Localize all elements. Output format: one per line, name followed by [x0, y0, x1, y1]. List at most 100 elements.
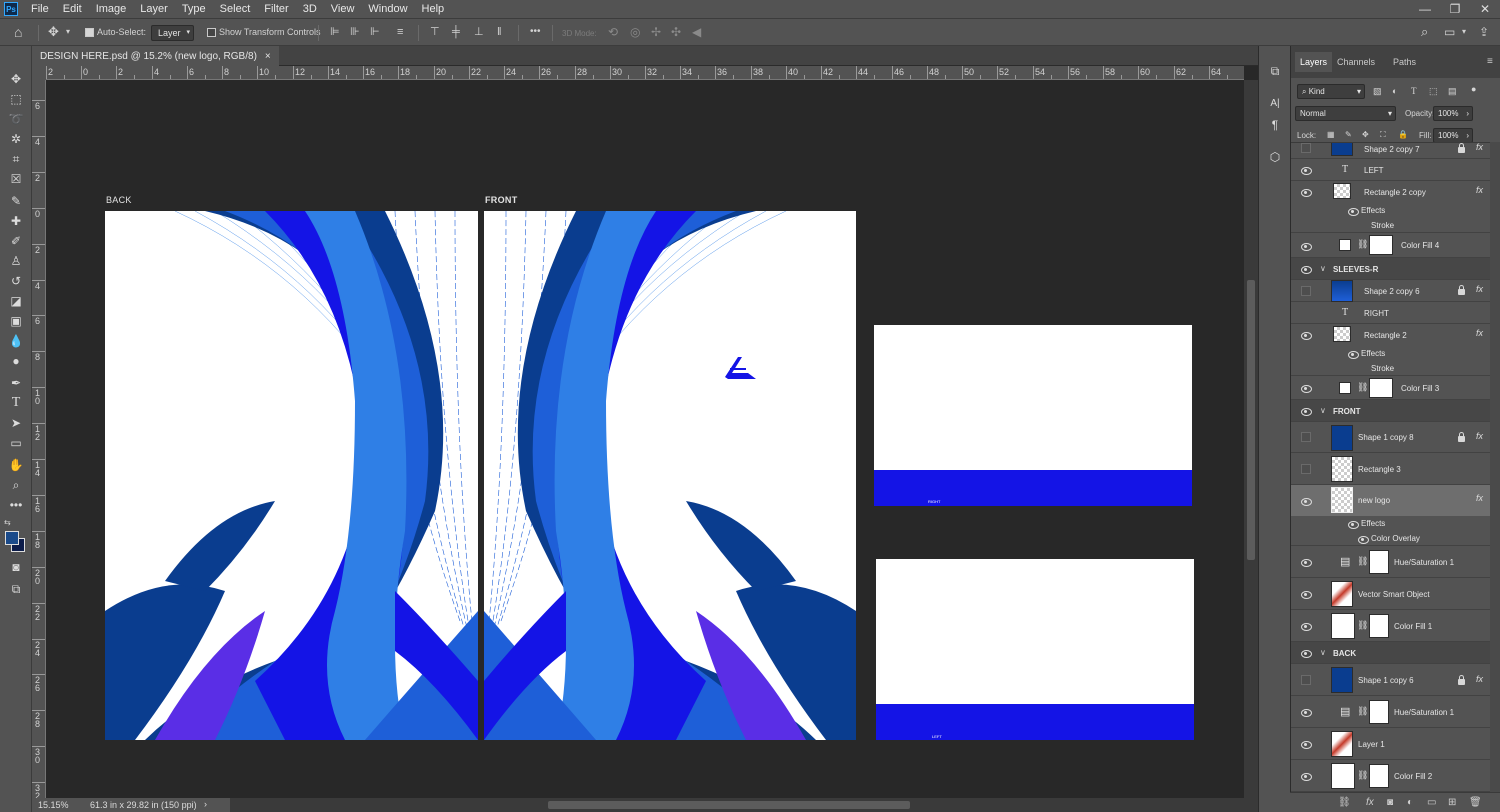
move-tool-icon[interactable]: ✥	[7, 70, 25, 88]
chevron-down-icon[interactable]: ▾	[66, 24, 70, 40]
visibility-eye-icon[interactable]	[1301, 166, 1312, 175]
layer-row[interactable]: Shape 1 copy 8 fx	[1291, 422, 1491, 453]
3d-orbit-icon[interactable]: ⟲	[608, 24, 618, 40]
layer-row[interactable]: ⛓ Color Fill 1	[1291, 610, 1491, 642]
group-row[interactable]: ∨ BACK	[1291, 642, 1491, 664]
add-style-icon[interactable]: fx	[1366, 797, 1374, 808]
lock-pixels-icon[interactable]: ✎	[1345, 130, 1352, 139]
quick-mask-icon[interactable]: ◙	[7, 558, 25, 576]
layer-row[interactable]: T LEFT	[1291, 159, 1491, 181]
visibility-eye-icon[interactable]	[1348, 520, 1359, 529]
layer-row[interactable]: T RIGHT	[1291, 302, 1491, 324]
menu-layer[interactable]: Layer	[133, 0, 175, 18]
app-logo-icon[interactable]: Ps	[4, 2, 18, 16]
visibility-eye-icon[interactable]	[1301, 558, 1312, 567]
more-options-icon[interactable]: •••	[530, 24, 541, 40]
blur-tool-icon[interactable]: 💧	[7, 332, 25, 350]
visibility-eye-icon[interactable]	[1301, 188, 1312, 197]
healing-tool-icon[interactable]: ✚	[7, 212, 25, 230]
hand-tool-icon[interactable]: ✋	[7, 456, 25, 474]
vertical-ruler[interactable]: 6 4 2 0 2 4 6 8 1 0 1 2 1 4 1 6 1 8 2 0 2 2 2 4 2 6 2 8 3 …	[32, 80, 46, 798]
chevron-down-icon[interactable]: ∨	[1320, 648, 1326, 657]
filter-pixel-icon[interactable]: ▧	[1373, 86, 1382, 97]
filter-toggle-icon[interactable]: ●	[1471, 84, 1476, 94]
effect-row[interactable]: Stroke	[1291, 361, 1491, 376]
visibility-eye-icon[interactable]	[1301, 772, 1312, 781]
layer-name[interactable]: Shape 1 copy 8	[1358, 433, 1414, 442]
layer-row[interactable]: ▤ ⛓ Hue/Saturation 1	[1291, 696, 1491, 728]
eyedropper-tool-icon[interactable]: ✎	[7, 192, 25, 210]
layer-row[interactable]: Shape 2 copy 6 fx	[1291, 280, 1491, 302]
layer-name[interactable]: RIGHT	[1364, 309, 1389, 318]
lock-all-icon[interactable]: 🔒	[1398, 130, 1408, 139]
fx-icon[interactable]: fx	[1476, 328, 1483, 338]
lock-position-icon[interactable]: ✥	[1362, 130, 1369, 139]
align-center-icon[interactable]: ⊪	[350, 24, 360, 40]
auto-select-target-dropdown[interactable]: Layer ▾	[151, 25, 194, 41]
artboard-left-sleeve[interactable]: LEFT	[876, 559, 1194, 740]
canvas-area[interactable]: BACK FRONT RIGHT LEFT	[46, 80, 1244, 798]
layer-name[interactable]: Color Fill 3	[1401, 384, 1439, 393]
layer-row[interactable]: ⛓ Color Fill 4	[1291, 233, 1491, 258]
frame-tool-icon[interactable]: ☒	[7, 170, 25, 188]
close-tab-icon[interactable]: ×	[265, 51, 271, 62]
layer-row[interactable]: Rectangle 2 fx	[1291, 324, 1491, 346]
filter-adjustment-icon[interactable]: ◐	[1392, 86, 1397, 96]
effects-row[interactable]: Effects	[1291, 516, 1491, 531]
visibility-eye-icon[interactable]	[1301, 384, 1312, 393]
panel-menu-icon[interactable]: ≡	[1487, 56, 1493, 67]
layer-name[interactable]: Rectangle 2 copy	[1364, 188, 1426, 197]
magic-wand-tool-icon[interactable]: ✲	[7, 130, 25, 148]
layer-name[interactable]: Hue/Saturation 1	[1394, 558, 1454, 567]
visibility-eye-icon[interactable]	[1301, 331, 1312, 340]
home-icon[interactable]: ⌂	[14, 24, 22, 40]
artboard-right-sleeve[interactable]: RIGHT	[874, 325, 1192, 506]
group-row[interactable]: ∨ SLEEVES-R	[1291, 258, 1491, 280]
layer-row[interactable]: Vector Smart Object	[1291, 578, 1491, 610]
group-name[interactable]: SLEEVES-R	[1333, 265, 1378, 274]
distribute-icon[interactable]: ≡	[397, 24, 403, 40]
layer-name[interactable]: Rectangle 3	[1358, 465, 1401, 474]
visibility-eye-icon[interactable]	[1301, 590, 1312, 599]
visibility-toggle[interactable]	[1301, 464, 1311, 474]
minimize-icon[interactable]: —	[1410, 0, 1440, 18]
menu-window[interactable]: Window	[361, 0, 414, 18]
layer-row[interactable]: Rectangle 2 copy fx	[1291, 181, 1491, 203]
menu-edit[interactable]: Edit	[56, 0, 89, 18]
layer-row[interactable]: ▤ ⛓ Hue/Saturation 1	[1291, 546, 1491, 578]
visibility-toggle[interactable]	[1301, 675, 1311, 685]
layer-name[interactable]: Shape 2 copy 6	[1364, 287, 1420, 296]
visibility-eye-icon[interactable]	[1301, 407, 1312, 416]
visibility-eye-icon[interactable]	[1301, 649, 1312, 658]
layer-row[interactable]: Layer 1	[1291, 728, 1491, 760]
fx-icon[interactable]: fx	[1476, 493, 1483, 503]
3d-panel-icon[interactable]: ⬡	[1266, 148, 1284, 166]
artboard-back[interactable]	[105, 211, 478, 740]
effects-row[interactable]: Effects	[1291, 346, 1491, 361]
vertical-scroll-thumb[interactable]	[1247, 280, 1255, 560]
dodge-tool-icon[interactable]: ●	[7, 352, 25, 370]
maximize-icon[interactable]: ❐	[1440, 0, 1470, 18]
visibility-eye-icon[interactable]	[1301, 622, 1312, 631]
layers-scrollbar[interactable]	[1490, 142, 1500, 792]
tab-channels[interactable]: Channels	[1337, 57, 1375, 67]
group-row[interactable]: ∨ FRONT	[1291, 400, 1491, 422]
link-layers-icon[interactable]: ⛓	[1338, 797, 1351, 808]
filter-type-icon[interactable]: T	[1411, 86, 1417, 96]
menu-help[interactable]: Help	[415, 0, 452, 18]
layer-name[interactable]: Color Fill 2	[1394, 772, 1432, 781]
3d-slide-icon[interactable]: ✣	[671, 24, 681, 40]
3d-drag-icon[interactable]: ✢	[651, 24, 661, 40]
group-name[interactable]: BACK	[1333, 649, 1356, 658]
layer-name[interactable]: Vector Smart Object	[1358, 590, 1430, 599]
pen-tool-icon[interactable]: ✒	[7, 374, 25, 392]
foreground-color-swatch[interactable]	[5, 531, 19, 545]
align-left-icon[interactable]: ⊫	[330, 24, 340, 40]
horizontal-scrollbar[interactable]	[230, 798, 1258, 812]
align-right-icon[interactable]: ⊩	[370, 24, 380, 40]
fx-icon[interactable]: fx	[1476, 185, 1483, 195]
history-brush-tool-icon[interactable]: ↺	[7, 272, 25, 290]
lock-artboard-icon[interactable]: ⛶	[1380, 130, 1386, 140]
crop-tool-icon[interactable]: ⌗	[7, 150, 25, 168]
fill-field[interactable]: 100% ›	[1433, 128, 1473, 143]
